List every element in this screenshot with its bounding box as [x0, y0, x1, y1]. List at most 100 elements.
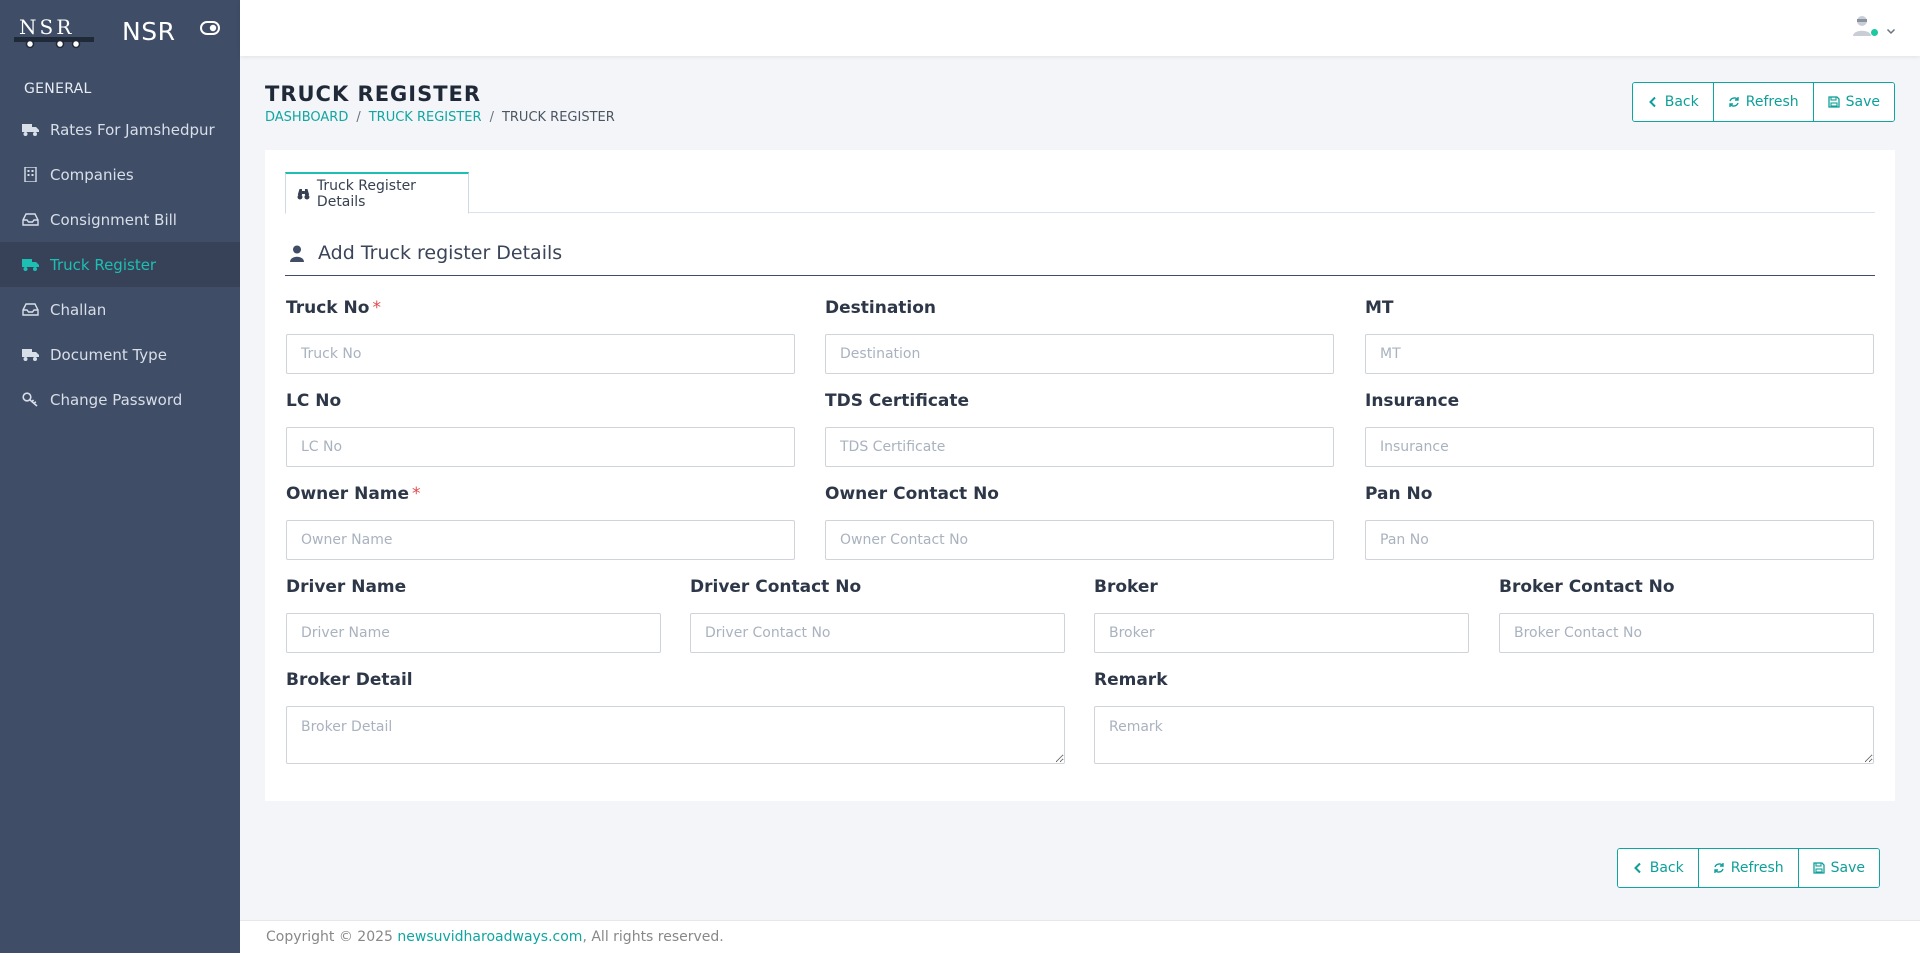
broker-label: Broker: [1094, 577, 1158, 597]
owner-contact-input[interactable]: [825, 520, 1334, 560]
key-icon: [22, 392, 50, 407]
logo-text: NSR: [19, 15, 74, 39]
tds-certificate-label: TDS Certificate: [825, 391, 970, 411]
section-title: Add Truck register Details: [318, 242, 563, 264]
save-icon: [1812, 862, 1825, 874]
insurance-label: Insurance: [1365, 391, 1460, 411]
save-button[interactable]: Save: [1798, 849, 1879, 887]
pan-no-field: Pan No: [1365, 484, 1874, 560]
lc-no-input[interactable]: [286, 427, 795, 467]
topbar: [240, 0, 1920, 56]
sidebar-item-rates-for-jamshedpur[interactable]: Rates For Jamshedpur: [0, 107, 240, 152]
sidebar-item-truck-register[interactable]: Truck Register: [0, 242, 240, 287]
broker-detail-textarea[interactable]: [286, 706, 1065, 764]
truck-no-field: Truck No *: [286, 298, 795, 374]
truck-register-card: Truck Register Details Add Truck registe…: [265, 150, 1895, 801]
refresh-label: Refresh: [1745, 94, 1799, 110]
broker-detail-label: Broker Detail: [286, 670, 413, 690]
chevron-left-icon: [1648, 96, 1656, 108]
breadcrumb-truck-register[interactable]: TRUCK REGISTER: [369, 110, 482, 125]
truck-no-input[interactable]: [286, 334, 795, 374]
driver-name-input[interactable]: [286, 613, 661, 653]
broker-contact-label: Broker Contact No: [1499, 577, 1675, 597]
driver-contact-input[interactable]: [690, 613, 1065, 653]
breadcrumb: DASHBOARD / TRUCK REGISTER / TRUCK REGIS…: [265, 110, 615, 125]
back-button[interactable]: Back: [1617, 849, 1699, 887]
sidebar-item-label: Truck Register: [50, 255, 157, 274]
nsr-logo[interactable]: NSR: [14, 13, 94, 49]
driver-contact-label: Driver Contact No: [690, 577, 862, 597]
destination-label: Destination: [825, 298, 937, 318]
user-avatar-icon[interactable]: [1852, 14, 1878, 38]
brand: NSR NSR: [0, 0, 240, 62]
breadcrumb-separator: /: [489, 110, 494, 125]
breadcrumb-separator: /: [356, 110, 361, 125]
refresh-button[interactable]: Refresh: [1713, 83, 1814, 121]
sidebar-item-label: Consignment Bill: [50, 210, 177, 229]
toggle-sidebar-icon[interactable]: [200, 20, 220, 36]
broker-field: Broker: [1094, 577, 1469, 653]
owner-name-field: Owner Name *: [286, 484, 795, 560]
insurance-field: Insurance: [1365, 391, 1874, 467]
sidebar-item-consignment-bill[interactable]: Consignment Bill: [0, 197, 240, 242]
breadcrumb-current: TRUCK REGISTER: [501, 110, 615, 125]
footer: Copyright © 2025 newsuvidharoadways.com …: [240, 920, 1920, 953]
tds-certificate-input[interactable]: [825, 427, 1334, 467]
remark-field: Remark: [1094, 670, 1874, 764]
required-marker: *: [412, 484, 421, 504]
refresh-button[interactable]: Refresh: [1698, 849, 1799, 887]
owner-contact-label: Owner Contact No: [825, 484, 999, 504]
destination-input[interactable]: [825, 334, 1334, 374]
copyright-prefix: Copyright © 2025: [266, 929, 398, 945]
owner-name-input[interactable]: [286, 520, 795, 560]
sidebar-item-challan[interactable]: Challan: [0, 287, 240, 332]
building-icon: [22, 167, 50, 182]
pan-no-input[interactable]: [1365, 520, 1874, 560]
back-button[interactable]: Back: [1632, 83, 1714, 121]
mt-field: MT: [1365, 298, 1874, 374]
sidebar-item-label: Challan: [50, 300, 107, 319]
binoculars-icon: [297, 188, 310, 199]
sidebar-item-document-type[interactable]: Document Type: [0, 332, 240, 377]
required-marker: *: [372, 298, 381, 318]
sidebar: NSR NSR GENERAL Rates For Jamshedpur Com…: [0, 0, 240, 953]
tab-truck-register-details[interactable]: Truck Register Details: [285, 172, 469, 214]
breadcrumb-dashboard[interactable]: DASHBOARD: [265, 110, 348, 125]
user-menu[interactable]: [1852, 14, 1896, 38]
truck-icon: [22, 122, 50, 137]
broker-contact-field: Broker Contact No: [1499, 577, 1874, 653]
back-label: Back: [1649, 860, 1684, 876]
page-title: TRUCK REGISTER: [265, 82, 482, 106]
broker-input[interactable]: [1094, 613, 1469, 653]
mt-input[interactable]: [1365, 334, 1874, 374]
top-action-buttons: Back Refresh Save: [1631, 82, 1895, 122]
user-icon: [290, 245, 304, 262]
mt-label: MT: [1365, 298, 1394, 318]
save-label: Save: [1830, 860, 1865, 876]
nav-caption: GENERAL: [24, 81, 92, 97]
owner-contact-field: Owner Contact No: [825, 484, 1334, 560]
copyright-suffix: , All rights reserved.: [582, 929, 724, 945]
insurance-input[interactable]: [1365, 427, 1874, 467]
online-status-dot: [1871, 29, 1878, 36]
sidebar-item-companies[interactable]: Companies: [0, 152, 240, 197]
driver-contact-field: Driver Contact No: [690, 577, 1065, 653]
tab-bar: Truck Register Details: [285, 172, 1875, 214]
lc-no-label: LC No: [286, 391, 342, 411]
save-icon: [1827, 96, 1840, 108]
sidebar-item-label: Companies: [50, 165, 134, 184]
owner-name-label: Owner Name *: [286, 484, 421, 504]
chevron-down-icon[interactable]: [1886, 21, 1896, 35]
remark-textarea[interactable]: [1094, 706, 1874, 764]
broker-contact-input[interactable]: [1499, 613, 1874, 653]
refresh-label: Refresh: [1730, 860, 1784, 876]
driver-name-label: Driver Name: [286, 577, 407, 597]
sidebar-item-change-password[interactable]: Change Password: [0, 377, 240, 422]
save-button[interactable]: Save: [1813, 83, 1894, 121]
footer-site-link[interactable]: newsuvidharoadways.com: [397, 929, 582, 945]
broker-detail-field: Broker Detail: [286, 670, 1065, 764]
truck-icon: [22, 347, 50, 362]
inbox-icon: [22, 302, 50, 317]
section-header: Add Truck register Details: [285, 242, 1875, 276]
truck-no-label: Truck No *: [286, 298, 381, 318]
